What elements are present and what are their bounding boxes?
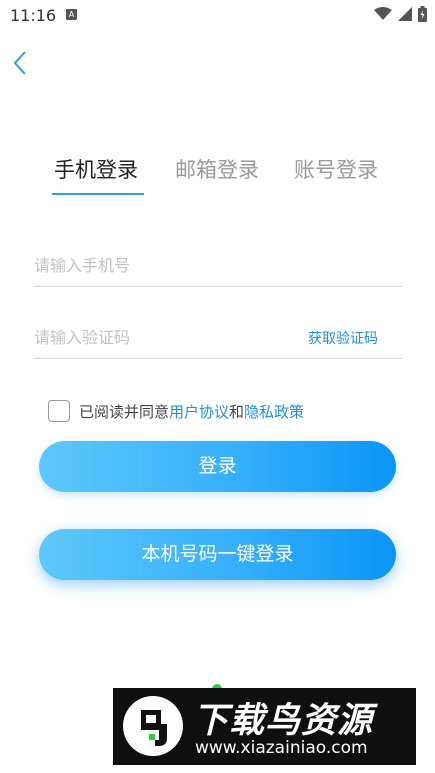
privacy-policy-link[interactable]: 隐私政策	[244, 401, 304, 422]
status-bar: 11:16 A	[0, 0, 435, 30]
signal-icon	[398, 7, 412, 21]
code-field: 获取验证码	[34, 318, 402, 359]
agreement-row: 已阅读并同意 用户协议 和 隐私政策	[48, 398, 304, 424]
agreement-checkbox[interactable]	[48, 400, 70, 422]
wifi-icon	[374, 7, 392, 20]
status-icons	[374, 6, 427, 22]
phone-input[interactable]	[34, 246, 294, 284]
code-input[interactable]	[34, 318, 294, 356]
status-time: 11:16	[10, 6, 57, 25]
back-arrow-icon	[13, 51, 26, 75]
login-tabs: 手机登录 邮箱登录 账号登录	[0, 150, 435, 200]
one-click-login-button[interactable]: 本机号码一键登录	[39, 529, 396, 580]
active-tab-indicator	[52, 193, 144, 195]
battery-icon	[418, 6, 427, 22]
agreement-prefix: 已阅读并同意	[79, 402, 170, 421]
tab-phone-login[interactable]: 手机登录	[54, 154, 138, 184]
watermark-title: 下载鸟资源	[193, 701, 374, 741]
get-code-button[interactable]: 获取验证码	[308, 328, 378, 348]
tab-email-login[interactable]: 邮箱登录	[175, 154, 259, 184]
watermark-banner: 下载鸟资源 www.xiazainiao.com	[113, 688, 416, 765]
agreement-connector: 和	[229, 402, 245, 421]
tab-account-login[interactable]: 账号登录	[294, 154, 378, 184]
back-button[interactable]	[8, 47, 36, 79]
phone-field	[34, 246, 402, 287]
login-button[interactable]: 登录	[39, 441, 396, 492]
bird-logo-icon	[123, 696, 183, 756]
user-agreement-link[interactable]: 用户协议	[169, 401, 229, 422]
notification-badge: A	[66, 9, 77, 20]
watermark-url: www.xiazainiao.com	[195, 738, 368, 758]
